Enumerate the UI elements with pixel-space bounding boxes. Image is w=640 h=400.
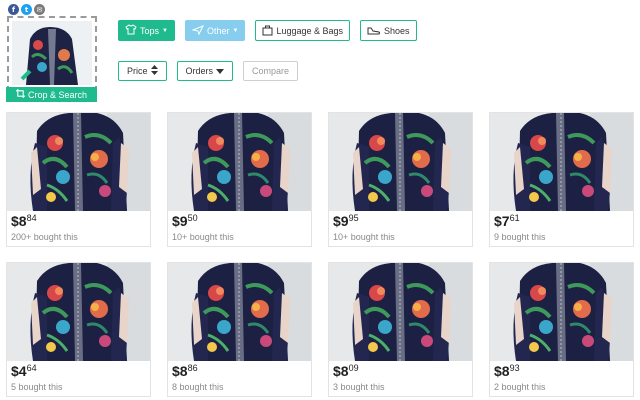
- price-cents: 86: [187, 363, 198, 373]
- price-cents: 93: [509, 363, 520, 373]
- product-card[interactable]: $761 9 bought this: [489, 112, 634, 247]
- price-dollars: $8: [11, 213, 27, 229]
- category-bar: Tops ▼ Other ▼ Luggage & Bags Shoes: [118, 20, 417, 41]
- product-sold-count: 5 bought this: [11, 382, 63, 392]
- twitter-glyph: t: [24, 5, 29, 14]
- crop-icon: [15, 89, 25, 100]
- chevron-down-icon: ▼: [162, 27, 168, 34]
- category-other-button[interactable]: Other ▼: [184, 20, 246, 41]
- orders-sort-button[interactable]: Orders: [176, 61, 234, 81]
- facebook-glyph: f: [11, 5, 16, 14]
- category-luggage-label: Luggage & Bags: [276, 25, 343, 36]
- price-cents: 95: [348, 213, 359, 223]
- product-sold-count: 10+ bought this: [333, 232, 395, 242]
- product-image[interactable]: [168, 263, 311, 361]
- product-card[interactable]: $886 8 bought this: [167, 262, 312, 397]
- price-cents: 61: [509, 213, 520, 223]
- product-card[interactable]: $464 5 bought this: [6, 262, 151, 397]
- category-shoes-label: Shoes: [384, 25, 410, 36]
- orders-sort-label: Orders: [185, 66, 214, 76]
- crop-search-label: Crop & Search: [27, 89, 88, 100]
- price-cents: 50: [187, 213, 198, 223]
- product-card[interactable]: $893 2 bought this: [489, 262, 634, 397]
- shirt-icon: [125, 24, 137, 37]
- price-dollars: $8: [172, 363, 188, 379]
- product-price: $893: [494, 363, 520, 379]
- price-dollars: $4: [11, 363, 27, 379]
- product-sold-count: 10+ bought this: [172, 232, 234, 242]
- price-cents: 64: [26, 363, 37, 373]
- price-sort-label: Price: [127, 66, 148, 76]
- product-card[interactable]: $884 200+ bought this: [6, 112, 151, 247]
- product-image[interactable]: [7, 113, 150, 211]
- bag-icon: [262, 24, 273, 38]
- product-image[interactable]: [329, 263, 472, 361]
- product-image[interactable]: [490, 113, 633, 211]
- category-luggage-button[interactable]: Luggage & Bags: [255, 20, 350, 41]
- product-price: $464: [11, 363, 37, 379]
- price-dollars: $7: [494, 213, 510, 229]
- product-price: $950: [172, 213, 198, 229]
- category-tops-button[interactable]: Tops ▼: [118, 20, 175, 41]
- price-dollars: $8: [494, 363, 510, 379]
- product-sold-count: 200+ bought this: [11, 232, 78, 242]
- product-price: $884: [11, 213, 37, 229]
- price-cents: 84: [26, 213, 37, 223]
- price-dollars: $9: [172, 213, 188, 229]
- price-cents: 09: [348, 363, 359, 373]
- product-grid: $884 200+ bought this $950 10+ bought this…: [6, 112, 634, 397]
- category-shoes-button[interactable]: Shoes: [360, 20, 417, 41]
- category-tops-label: Tops: [140, 25, 160, 36]
- price-sort-button[interactable]: Price: [118, 61, 167, 81]
- product-price: $995: [333, 213, 359, 229]
- product-price: $761: [494, 213, 520, 229]
- product-price: $809: [333, 363, 359, 379]
- product-sold-count: 3 bought this: [333, 382, 385, 392]
- product-image[interactable]: [168, 113, 311, 211]
- compare-label: Compare: [252, 66, 290, 76]
- product-price: $886: [172, 363, 198, 379]
- category-other-label: Other: [206, 25, 230, 36]
- crop-search-button[interactable]: Crop & Search: [6, 87, 97, 102]
- email-glyph: ✉: [36, 5, 43, 14]
- email-icon[interactable]: ✉: [34, 4, 45, 15]
- product-image[interactable]: [7, 263, 150, 361]
- sort-bar: Price Orders Compare: [118, 61, 299, 81]
- product-image[interactable]: [490, 263, 633, 361]
- sort-updown-icon: [150, 65, 158, 77]
- product-card[interactable]: $950 10+ bought this: [167, 112, 312, 247]
- compare-button[interactable]: Compare: [243, 61, 299, 81]
- facebook-icon[interactable]: f: [8, 4, 19, 15]
- twitter-icon[interactable]: t: [21, 4, 32, 15]
- price-dollars: $9: [333, 213, 349, 229]
- shoe-icon: [367, 25, 381, 37]
- crop-preview-image: [12, 21, 92, 85]
- product-sold-count: 8 bought this: [172, 382, 224, 392]
- product-image[interactable]: [329, 113, 472, 211]
- price-dollars: $8: [333, 363, 349, 379]
- chevron-down-icon: ▼: [232, 27, 239, 34]
- product-card[interactable]: $995 10+ bought this: [328, 112, 473, 247]
- product-card[interactable]: $809 3 bought this: [328, 262, 473, 397]
- chevron-down-icon: [216, 66, 225, 76]
- plane-icon: [191, 24, 205, 37]
- product-sold-count: 9 bought this: [494, 232, 546, 242]
- share-bar: f t ✉: [8, 4, 45, 15]
- product-sold-count: 2 bought this: [494, 382, 546, 392]
